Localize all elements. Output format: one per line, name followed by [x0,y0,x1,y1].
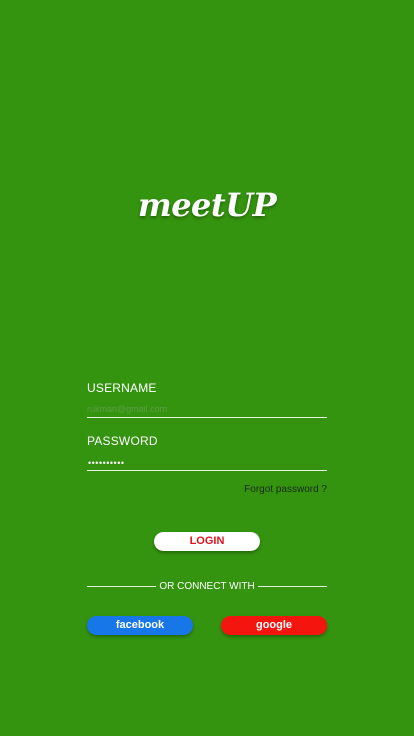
login-button[interactable]: LOGIN [154,532,260,551]
connect-divider: OR CONNECT WITH [87,580,327,592]
app-logo: meetUP [137,186,277,224]
divider-line-left [87,585,157,587]
username-input[interactable] [87,400,327,418]
divider-line-right [257,585,327,587]
password-input[interactable] [87,453,327,471]
facebook-button[interactable]: facebook [87,616,193,635]
password-label: PASSWORD [87,434,158,448]
google-button[interactable]: google [221,616,327,635]
username-label: USERNAME [87,381,157,395]
forgot-password-link[interactable]: Forgot password ? [244,484,327,495]
divider-text: OR CONNECT WITH [159,580,255,592]
